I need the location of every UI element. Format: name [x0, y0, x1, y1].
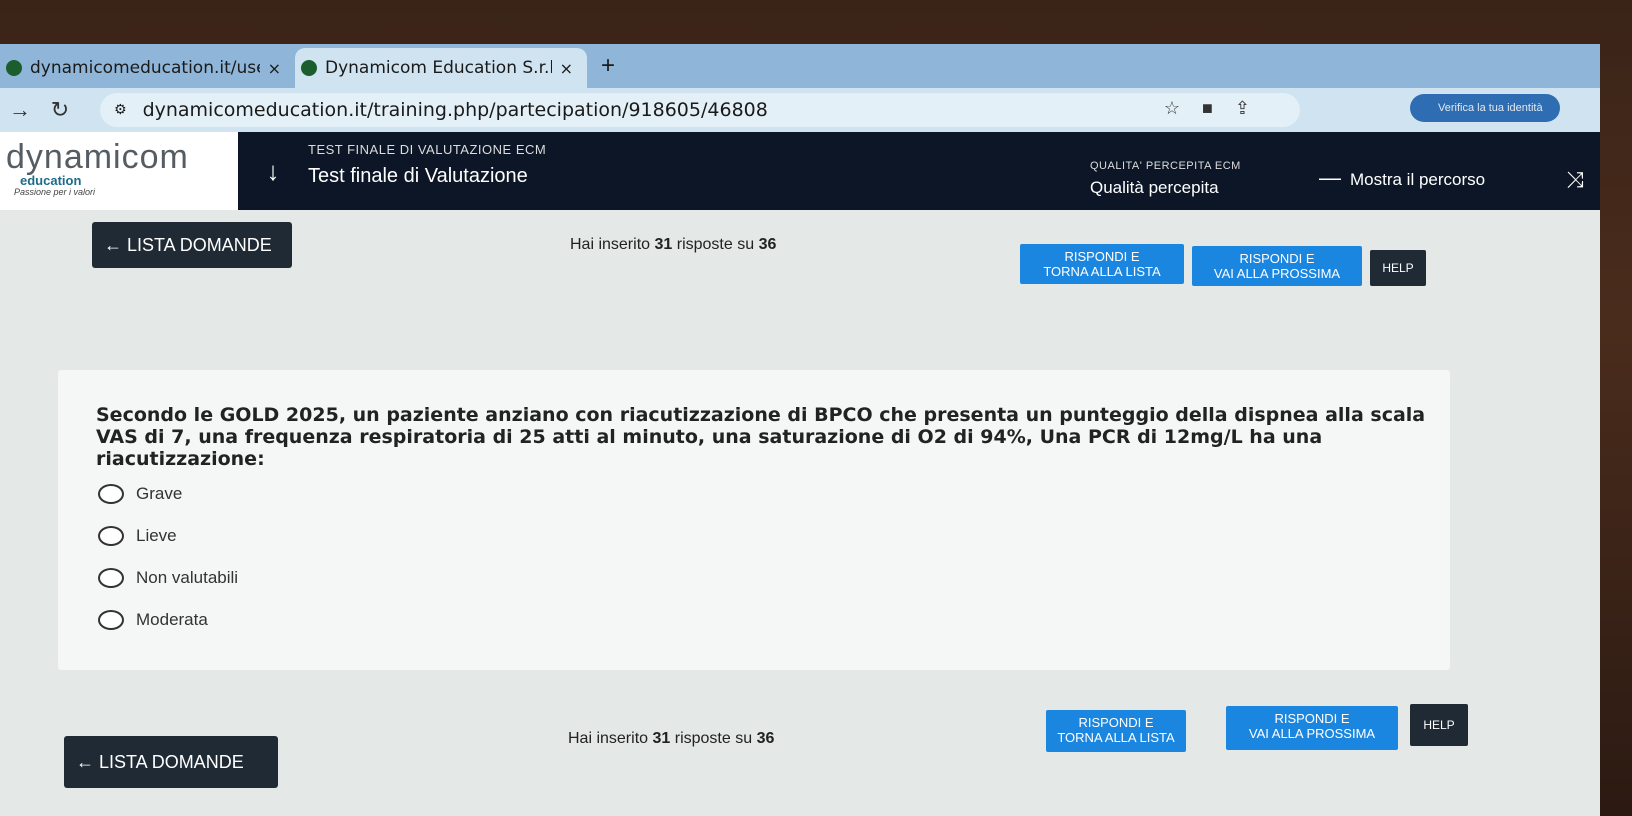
radio-button[interactable]: [98, 484, 124, 504]
verify-identity-button[interactable]: Verifica la tua identità: [1410, 94, 1560, 122]
toolbar-icons: ☆ ■ ⇪: [1164, 98, 1250, 119]
button-line-1: RISPONDI E: [1274, 711, 1350, 726]
radio-button[interactable]: [98, 526, 124, 546]
tab-strip: dynamicomeducation.it/user/da × Dynamico…: [0, 44, 1600, 88]
browser-window: dynamicomeducation.it/user/da × Dynamico…: [0, 44, 1600, 816]
button-line-2: VAI ALLA PROSSIMA: [1213, 266, 1341, 281]
main-content: ← LISTA DOMANDE Hai inserito 31 risposte…: [0, 210, 1600, 816]
shuffle-icon[interactable]: ⤨: [1550, 132, 1600, 210]
verify-label: Verifica la tua identità: [1438, 102, 1543, 114]
progress-prefix: Hai inserito: [570, 236, 651, 253]
new-tab-button[interactable]: +: [587, 52, 615, 88]
extension-icon[interactable]: ■: [1202, 98, 1213, 119]
question-text: Secondo le GOLD 2025, un paziente anzian…: [96, 404, 1426, 470]
answered-count: 31: [652, 730, 671, 747]
address-bar[interactable]: ⚙ dynamicomeducation.it/training.php/par…: [100, 93, 1300, 127]
progress-middle: risposte su: [674, 730, 753, 747]
answer-and-next-button[interactable]: RISPONDI E VAI ALLA PROSSIMA: [1192, 246, 1362, 286]
tab-user[interactable]: dynamicomeducation.it/user/da ×: [0, 48, 295, 88]
logo-tagline: Passione per i valori: [14, 187, 96, 197]
answered-count: 31: [654, 236, 673, 253]
button-line-2: TORNA ALLA LISTA: [1043, 264, 1161, 279]
option-moderata[interactable]: Moderata: [98, 610, 208, 630]
help-button[interactable]: HELP: [1370, 250, 1426, 286]
quality-block[interactable]: QUALITA' PERCEPITA ECM Qualità percepita: [1090, 132, 1310, 210]
answer-and-list-button-bottom[interactable]: RISPONDI E TORNA ALLA LISTA: [1046, 710, 1186, 752]
button-line-1: RISPONDI E: [1078, 715, 1154, 730]
close-icon[interactable]: ×: [260, 59, 281, 78]
option-label: Moderata: [136, 610, 208, 629]
help-button-bottom[interactable]: HELP: [1410, 704, 1468, 746]
logo[interactable]: dynamicom education Passione per i valor…: [0, 132, 238, 210]
quality-title: Qualità percepita: [1090, 178, 1219, 197]
tab-dynamicom[interactable]: Dynamicom Education S.r.l. ×: [295, 48, 587, 88]
option-label: Grave: [136, 484, 183, 503]
list-questions-button[interactable]: ← LISTA DOMANDE: [92, 222, 292, 268]
tab-title: dynamicomeducation.it/user/da: [30, 58, 260, 78]
forward-icon[interactable]: →: [0, 97, 40, 123]
reload-icon[interactable]: ↻: [40, 97, 80, 123]
close-icon[interactable]: ×: [552, 59, 573, 78]
share-icon[interactable]: ⇪: [1235, 98, 1250, 119]
favicon-icon: [6, 60, 22, 76]
url-text: dynamicomeducation.it/training.php/parte…: [142, 99, 768, 121]
dash-icon: —: [1319, 165, 1341, 190]
total-count: 36: [756, 730, 775, 747]
list-questions-button-bottom[interactable]: ← LISTA DOMANDE: [64, 736, 278, 788]
quality-small: QUALITA' PERCEPITA ECM: [1090, 160, 1241, 172]
course-title-block: TEST FINALE DI VALUTAZIONE ECM Test fina…: [308, 132, 1090, 210]
address-toolbar: → ↻ ⚙ dynamicomeducation.it/training.php…: [0, 88, 1600, 132]
answer-and-list-button[interactable]: RISPONDI E TORNA ALLA LISTA: [1020, 244, 1184, 284]
site-info-icon[interactable]: ⚙: [114, 102, 127, 118]
option-label: Non valutabili: [136, 568, 239, 587]
path-label: Mostra il percorso: [1350, 170, 1486, 189]
option-grave[interactable]: Grave: [98, 484, 182, 504]
show-path-button[interactable]: Mostra il percorso: [1350, 132, 1550, 210]
option-lieve[interactable]: Lieve: [98, 526, 177, 546]
total-count: 36: [758, 236, 777, 253]
button-line-1: RISPONDI E: [1239, 251, 1315, 266]
progress-text-bottom: Hai inserito 31 risposte su 36: [568, 730, 774, 748]
button-line-2: VAI ALLA PROSSIMA: [1248, 726, 1376, 741]
progress-prefix: Hai inserito: [568, 730, 649, 747]
star-icon[interactable]: ☆: [1164, 98, 1180, 119]
question-card: Secondo le GOLD 2025, un paziente anzian…: [58, 370, 1450, 670]
progress-text: Hai inserito 31 risposte su 36: [570, 236, 776, 254]
logo-main: dynamicom: [6, 138, 189, 176]
radio-button[interactable]: [98, 568, 124, 588]
option-non-valutabili[interactable]: Non valutabili: [98, 568, 238, 588]
arrow-down-icon: ↓: [266, 155, 280, 186]
progress-middle: risposte su: [676, 236, 755, 253]
button-line-1: RISPONDI E: [1064, 249, 1140, 264]
site-header: dynamicom education Passione per i valor…: [0, 132, 1600, 210]
answer-and-next-button-bottom[interactable]: RISPONDI E VAI ALLA PROSSIMA: [1226, 706, 1398, 750]
course-title: Test finale di Valutazione: [308, 165, 528, 187]
favicon-icon: [301, 60, 317, 76]
button-line-2: TORNA ALLA LISTA: [1057, 730, 1175, 745]
option-label: Lieve: [136, 526, 177, 545]
radio-button[interactable]: [98, 610, 124, 630]
tab-title: Dynamicom Education S.r.l.: [325, 58, 552, 78]
course-small: TEST FINALE DI VALUTAZIONE ECM: [308, 142, 547, 157]
